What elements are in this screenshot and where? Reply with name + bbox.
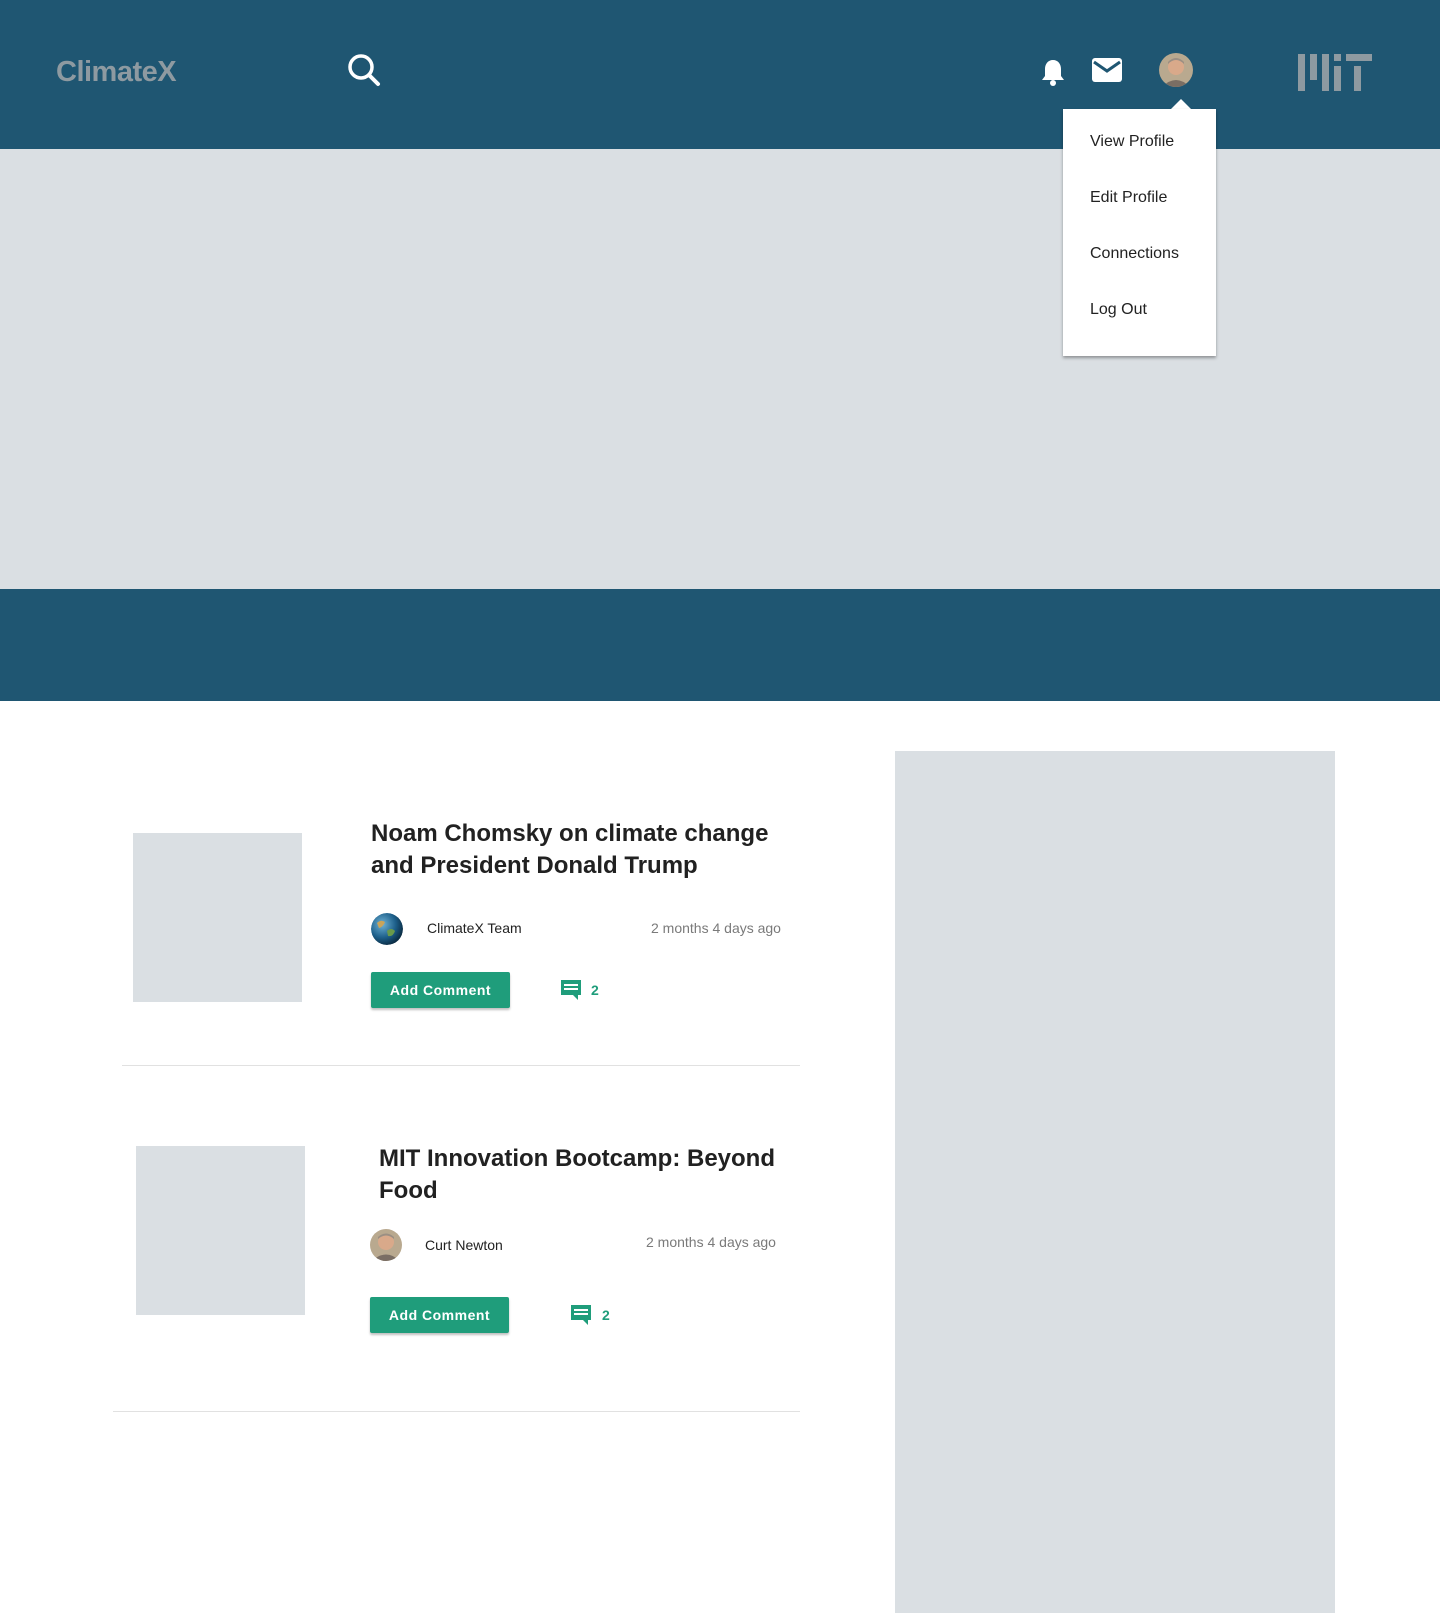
post-title[interactable]: Noam Chomsky on climate change and Presi… [371,818,771,882]
comment-count[interactable]: 2 [591,982,599,998]
post-divider [122,1065,800,1066]
menu-item-log-out[interactable]: Log Out [1090,301,1147,319]
menu-item-view-profile[interactable]: View Profile [1090,133,1174,151]
menu-item-edit-profile[interactable]: Edit Profile [1090,189,1167,207]
author-avatar[interactable] [371,913,403,945]
menu-item-connections[interactable]: Connections [1090,245,1179,263]
post-timestamp: 2 months 4 days ago [651,920,781,936]
bell-icon[interactable] [1040,57,1066,87]
post-thumbnail[interactable] [133,833,302,1002]
hero-image-placeholder [0,149,1440,589]
author-name[interactable]: Curt Newton [425,1237,503,1253]
mail-icon[interactable] [1091,57,1123,83]
post-thumbnail[interactable] [136,1146,305,1315]
author-name[interactable]: ClimateX Team [427,920,522,936]
post-divider [113,1411,800,1412]
section-banner [0,589,1440,701]
add-comment-button[interactable]: Add Comment [370,1297,509,1333]
sidebar-placeholder [895,751,1335,1613]
search-icon[interactable] [346,52,382,88]
comment-count[interactable]: 2 [602,1307,610,1323]
user-avatar[interactable] [1159,53,1193,87]
post-timestamp: 2 months 4 days ago [646,1234,776,1250]
comment-icon[interactable] [569,1304,593,1326]
author-avatar[interactable] [370,1229,402,1261]
add-comment-button[interactable]: Add Comment [371,972,510,1008]
post-title[interactable]: MIT Innovation Bootcamp: Beyond Food [379,1143,779,1207]
climatex-logo[interactable]: ClimateX [56,56,177,89]
mit-logo [1298,54,1372,91]
dropdown-caret [1171,99,1191,109]
top-nav-bar [0,0,1440,149]
profile-dropdown-menu: View Profile Edit Profile Connections Lo… [1063,109,1216,356]
comment-icon[interactable] [559,979,583,1001]
